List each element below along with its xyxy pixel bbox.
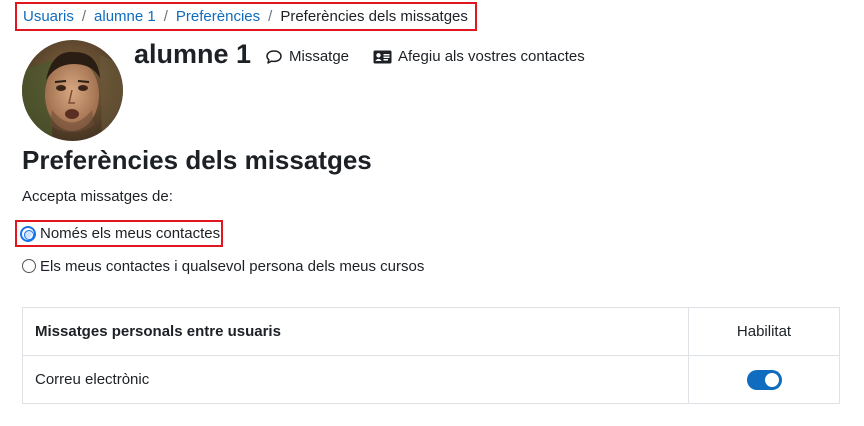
add-contact-label: Afegiu als vostres contactes [398, 48, 585, 65]
column-header-personal-messages: Missatges personals entre usuaris [22, 307, 689, 356]
radio-button[interactable] [22, 259, 36, 273]
toggle-cell [688, 355, 840, 404]
speech-bubble-icon [266, 49, 282, 64]
avatar-photo [22, 40, 123, 141]
radio-option-only-contacts[interactable]: Només els meus contactes [15, 220, 223, 247]
table-header-row: Missatges personals entre usuaris Habili… [22, 307, 840, 356]
breadcrumb-link-user[interactable]: alumne 1 [94, 8, 156, 25]
breadcrumb-separator: / [81, 8, 87, 25]
message-label: Missatge [289, 48, 350, 65]
breadcrumb-link-users[interactable]: Usuaris [23, 8, 74, 25]
radio-button[interactable] [20, 225, 36, 242]
avatar[interactable] [22, 40, 123, 141]
breadcrumb: Usuaris / alumne 1 / Preferències / Pref… [15, 2, 477, 31]
preferences-table: Missatges personals entre usuaris Habili… [22, 307, 840, 404]
radio-label: Els meus contactes i qualsevol persona d… [40, 257, 425, 275]
page-title: Preferències dels missatges [22, 145, 372, 175]
breadcrumb-separator: / [163, 8, 168, 25]
email-enabled-toggle[interactable] [746, 369, 782, 390]
accept-messages-label: Accepta missatges de: [22, 188, 173, 205]
breadcrumb-link-preferences[interactable]: Preferències [176, 8, 260, 25]
radio-label: Només els meus contactes [40, 225, 221, 242]
user-name: alumne 1 [134, 39, 252, 69]
column-header-enabled: Habilitat [688, 307, 840, 356]
page: Usuaris / alumne 1 / Preferències / Pref… [0, 0, 864, 426]
add-contact-button[interactable]: Afegiu als vostres contactes [373, 48, 585, 65]
table-row: Correu electrònic [22, 355, 840, 404]
address-card-icon [373, 50, 392, 63]
breadcrumb-current: Preferències dels missatges [280, 8, 468, 25]
message-button[interactable]: Missatge [265, 48, 349, 65]
row-label-email: Correu electrònic [22, 355, 689, 404]
toggle-knob [764, 372, 779, 387]
breadcrumb-separator: / [268, 8, 273, 25]
radio-option-contacts-and-courses[interactable]: Els meus contactes i qualsevol persona d… [22, 257, 424, 275]
